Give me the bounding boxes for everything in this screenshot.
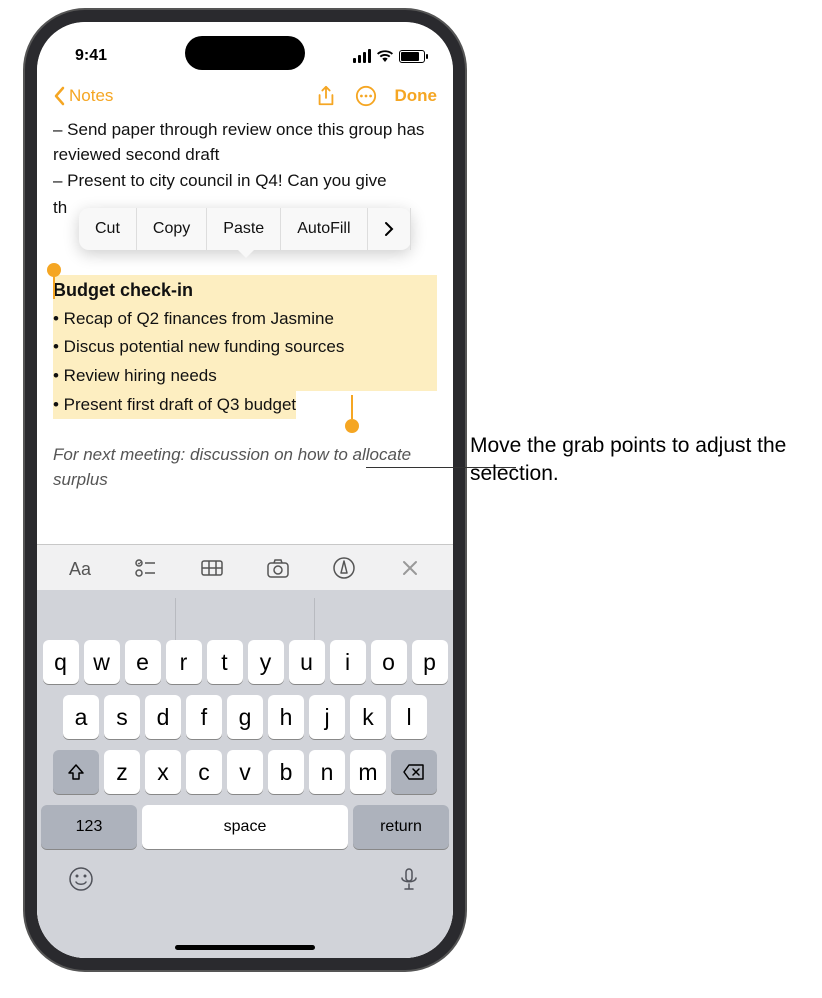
key-k[interactable]: k [350,695,386,739]
selection-line: • Recap of Q2 finances from Jasmine [53,305,437,334]
numbers-key[interactable]: 123 [41,805,137,849]
selection-grab-end[interactable] [345,419,359,433]
keyboard: qwertyuiop asdfghjkl zxcvbnm 123 [37,590,453,958]
key-r[interactable]: r [166,640,202,684]
key-x[interactable]: x [145,750,181,794]
key-c[interactable]: c [186,750,222,794]
key-j[interactable]: j [309,695,345,739]
backspace-key[interactable] [391,750,437,794]
text-format-icon[interactable]: Aa [67,555,93,581]
close-format-icon[interactable] [397,555,423,581]
cut-button[interactable]: Cut [79,208,137,250]
selection-line: • Discus potential new funding sources [53,333,437,362]
status-time: 9:41 [75,47,107,65]
key-p[interactable]: p [412,640,448,684]
callout: Move the grab points to adjust the selec… [470,432,790,489]
key-e[interactable]: e [125,640,161,684]
home-indicator[interactable] [175,945,315,950]
chevron-left-icon [53,86,65,106]
selection-title: Budget check-in [53,275,437,305]
battery-icon [399,50,425,63]
key-q[interactable]: q [43,640,79,684]
share-icon[interactable] [315,85,337,107]
key-b[interactable]: b [268,750,304,794]
svg-text:Aa: Aa [69,559,92,579]
more-menu-button[interactable] [368,208,411,250]
done-button[interactable]: Done [395,86,438,106]
key-u[interactable]: u [289,640,325,684]
key-w[interactable]: w [84,640,120,684]
prediction-bar[interactable] [37,598,453,640]
shift-key[interactable] [53,750,99,794]
copy-button[interactable]: Copy [137,208,207,250]
note-line: – Present to city council in Q4! Can you… [53,169,437,194]
dictation-key[interactable] [395,865,423,893]
key-g[interactable]: g [227,695,263,739]
key-f[interactable]: f [186,695,222,739]
key-o[interactable]: o [371,640,407,684]
key-s[interactable]: s [104,695,140,739]
callout-text: Move the grab points to adjust the selec… [470,432,790,489]
navigation-bar: Notes Done [37,74,453,118]
note-body[interactable]: – Send paper through review once this gr… [37,118,453,493]
formatting-toolbar: Aa [37,544,453,590]
key-l[interactable]: l [391,695,427,739]
key-m[interactable]: m [350,750,386,794]
space-key[interactable]: space [142,805,348,849]
key-v[interactable]: v [227,750,263,794]
camera-icon[interactable] [265,555,291,581]
selection-line: • Review hiring needs [53,362,437,391]
wifi-icon [377,50,393,62]
note-line: – Send paper through review once this gr… [53,118,437,167]
checklist-icon[interactable] [133,555,159,581]
key-t[interactable]: t [207,640,243,684]
selection-line: • Present first draft of Q3 budget [53,391,296,420]
back-button[interactable]: Notes [53,86,315,106]
dynamic-island [185,36,305,70]
key-n[interactable]: n [309,750,345,794]
back-label: Notes [69,86,113,106]
paste-button[interactable]: Paste [207,208,281,250]
table-icon[interactable] [199,555,225,581]
backspace-icon [403,763,425,781]
more-icon[interactable] [355,85,377,107]
chevron-right-icon [384,221,394,237]
key-d[interactable]: d [145,695,181,739]
selection-grab-start[interactable] [47,263,61,277]
shift-icon [66,762,86,782]
text-edit-menu: Cut Copy Paste AutoFill [79,208,411,250]
key-z[interactable]: z [104,750,140,794]
key-i[interactable]: i [330,640,366,684]
emoji-key[interactable] [67,865,95,893]
markup-icon[interactable] [331,555,357,581]
key-h[interactable]: h [268,695,304,739]
text-selection[interactable]: Budget check-in • Recap of Q2 finances f… [53,275,437,420]
key-y[interactable]: y [248,640,284,684]
cellular-signal-icon [353,49,371,63]
key-a[interactable]: a [63,695,99,739]
iphone-frame: 9:41 Notes [25,10,465,970]
autofill-button[interactable]: AutoFill [281,208,367,250]
return-key[interactable]: return [353,805,449,849]
